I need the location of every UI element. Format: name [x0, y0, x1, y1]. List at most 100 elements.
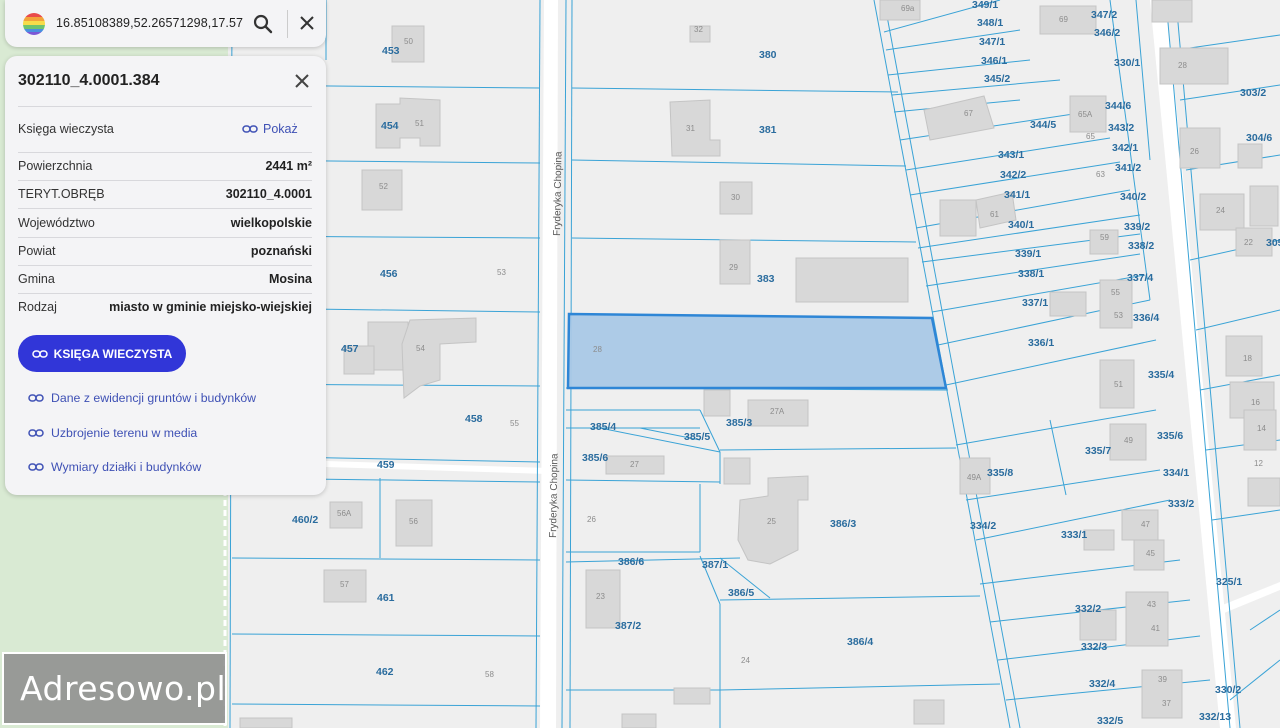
app-logo-icon[interactable]: [23, 13, 45, 35]
search-icon[interactable]: [251, 12, 275, 36]
panel-title: 302110_4.0001.384: [18, 72, 160, 89]
svg-text:335/8: 335/8: [987, 467, 1013, 479]
svg-text:385/3: 385/3: [726, 417, 752, 429]
divider: [18, 293, 312, 294]
land-register-button-label: KSIĘGA WIECZYSTA: [53, 346, 173, 361]
street-label: Fryderyka Chopina: [552, 151, 564, 236]
svg-text:380: 380: [759, 49, 777, 61]
selected-plot[interactable]: [566, 312, 948, 390]
svg-text:333/2: 333/2: [1168, 498, 1194, 510]
svg-text:335/6: 335/6: [1157, 430, 1183, 442]
svg-text:342/1: 342/1: [1112, 142, 1138, 154]
svg-text:381: 381: [759, 124, 777, 136]
row-area-value: 2441 m²: [265, 159, 312, 173]
show-kw-link[interactable]: Pokaż: [242, 122, 298, 136]
close-icon[interactable]: [293, 72, 311, 90]
svg-text:346/1: 346/1: [981, 55, 1007, 67]
link-registry-data[interactable]: Dane z ewidencji gruntów i budynków: [28, 391, 256, 405]
land-register-button[interactable]: KSIĘGA WIECZYSTA: [18, 335, 186, 372]
svg-text:386/5: 386/5: [728, 587, 754, 599]
row-type-label: Rodzaj: [18, 300, 57, 314]
svg-text:304/6: 304/6: [1246, 132, 1272, 144]
svg-text:63: 63: [1096, 170, 1105, 179]
svg-text:332/4: 332/4: [1089, 678, 1115, 690]
divider: [18, 106, 312, 107]
svg-text:340/1: 340/1: [1008, 219, 1034, 231]
show-kw-label: Pokaż: [263, 122, 298, 136]
svg-text:51: 51: [1114, 380, 1123, 389]
svg-text:387/2: 387/2: [615, 620, 641, 632]
svg-text:39: 39: [1158, 675, 1167, 684]
svg-text:335/4: 335/4: [1148, 369, 1174, 381]
svg-text:305: 305: [1266, 237, 1280, 249]
svg-text:53: 53: [497, 268, 506, 277]
svg-text:385/4: 385/4: [590, 421, 616, 433]
svg-text:344/5: 344/5: [1030, 119, 1056, 131]
svg-text:45: 45: [1146, 549, 1155, 558]
svg-text:332/13: 332/13: [1199, 711, 1231, 723]
link-icon: [28, 463, 44, 471]
svg-text:383: 383: [757, 273, 775, 285]
svg-text:29: 29: [729, 263, 738, 272]
svg-text:332/2: 332/2: [1075, 603, 1101, 615]
svg-text:69: 69: [1059, 15, 1068, 24]
svg-text:342/2: 342/2: [1000, 169, 1026, 181]
street-label: Fryderyka Chopina: [548, 453, 560, 538]
svg-text:325/1: 325/1: [1216, 576, 1242, 588]
svg-text:386/4: 386/4: [847, 636, 873, 648]
svg-text:349/1: 349/1: [972, 0, 998, 11]
svg-text:454: 454: [381, 120, 399, 132]
svg-text:303/2: 303/2: [1240, 87, 1266, 99]
selected-plot-building-label: 28: [593, 345, 602, 354]
link-utilities[interactable]: Uzbrojenie terenu w media: [28, 426, 197, 440]
svg-text:339/1: 339/1: [1015, 248, 1041, 260]
svg-text:339/2: 339/2: [1124, 221, 1150, 233]
svg-text:347/1: 347/1: [979, 36, 1005, 48]
svg-text:346/2: 346/2: [1094, 27, 1120, 39]
search-bar: 16.85108389,52.26571298,17.57: [5, 0, 326, 47]
svg-text:461: 461: [377, 592, 395, 604]
row-teryt-label: TERYT.OBRĘB: [18, 187, 105, 201]
svg-text:336/4: 336/4: [1133, 312, 1159, 324]
link-icon: [242, 125, 258, 133]
svg-text:337/1: 337/1: [1022, 297, 1048, 309]
svg-text:31: 31: [686, 124, 695, 133]
row-type-value: miasto w gminie miejsko-wiejskiej: [109, 300, 312, 314]
svg-text:28: 28: [1178, 61, 1187, 70]
link-label: Uzbrojenie terenu w media: [51, 426, 198, 440]
svg-text:53: 53: [1114, 311, 1123, 320]
kw-label: Księga wieczysta: [18, 122, 114, 136]
row-area-label: Powierzchnia: [18, 159, 93, 173]
link-icon: [31, 349, 48, 358]
svg-text:338/1: 338/1: [1018, 268, 1044, 280]
svg-text:462: 462: [376, 666, 394, 678]
svg-text:332/5: 332/5: [1097, 715, 1123, 727]
svg-text:22: 22: [1244, 238, 1253, 247]
link-label: Dane z ewidencji gruntów i budynków: [51, 391, 257, 405]
divider: [18, 208, 312, 209]
svg-text:52: 52: [379, 182, 388, 191]
svg-text:385/6: 385/6: [582, 452, 608, 464]
svg-text:54: 54: [416, 344, 425, 353]
svg-text:32: 32: [694, 25, 703, 34]
svg-text:344/6: 344/6: [1105, 100, 1131, 112]
link-icon: [28, 429, 44, 437]
svg-text:330/2: 330/2: [1215, 684, 1241, 696]
search-input[interactable]: 16.85108389,52.26571298,17.57: [56, 16, 243, 30]
svg-text:69a: 69a: [901, 4, 915, 13]
divider: [18, 152, 312, 153]
svg-text:12: 12: [1254, 459, 1263, 468]
link-dimensions[interactable]: Wymiary działki i budynków: [28, 460, 201, 474]
svg-text:24: 24: [1216, 206, 1225, 215]
row-commune-label: Gmina: [18, 272, 55, 286]
divider: [18, 237, 312, 238]
watermark: Adresowo.pl: [2, 652, 227, 725]
svg-text:37: 37: [1162, 699, 1171, 708]
divider: [18, 265, 312, 266]
svg-text:334/2: 334/2: [970, 520, 996, 532]
watermark-text: Adresowo.pl: [20, 669, 227, 708]
svg-text:25: 25: [767, 517, 776, 526]
clear-search-icon[interactable]: [297, 13, 317, 33]
svg-text:30: 30: [731, 193, 740, 202]
svg-text:59: 59: [1100, 233, 1109, 242]
